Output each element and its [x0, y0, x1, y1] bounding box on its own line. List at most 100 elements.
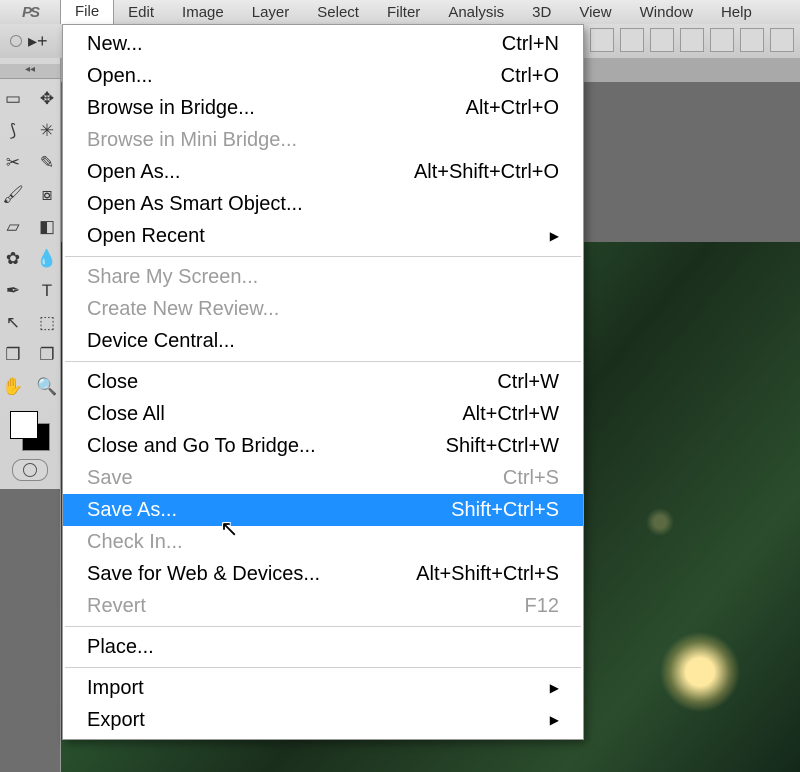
menu-item-browse-in-bridge[interactable]: Browse in Bridge... Alt+Ctrl+O [63, 92, 583, 124]
tool-arrow[interactable]: ↖ [0, 309, 27, 337]
menu-item-shortcut: Alt+Shift+Ctrl+S [416, 563, 559, 586]
menu-item-label: Browse in Bridge... [87, 97, 255, 120]
menubar-item-edit[interactable]: Edit [114, 1, 168, 24]
menubar-item-file[interactable]: File [60, 0, 114, 24]
opt-btn[interactable] [650, 28, 674, 52]
menubar-item-select[interactable]: Select [303, 1, 373, 24]
menubar-item-view[interactable]: View [565, 1, 625, 24]
menu-item-label: Save As... [87, 499, 177, 522]
menu-item-import[interactable]: Import ▶ [63, 672, 583, 704]
tool-3d-cam[interactable]: ❐ [33, 341, 61, 369]
menu-item-device-central[interactable]: Device Central... [63, 325, 583, 357]
tool-brush[interactable]: 🖌 [0, 181, 27, 209]
menu-item-shortcut: Ctrl+N [502, 33, 559, 56]
move-tool-icon: ▸+ [28, 31, 48, 52]
menu-item-shortcut: Alt+Ctrl+W [462, 403, 559, 426]
menubar-item-image[interactable]: Image [168, 1, 238, 24]
tool-stamp[interactable]: ⧇ [33, 181, 61, 209]
tool-pen[interactable]: 💧 [33, 245, 61, 273]
opt-btn[interactable] [590, 28, 614, 52]
submenu-arrow-icon: ▶ [530, 681, 559, 695]
menu-item-label: Revert [87, 595, 146, 618]
menu-item-shortcut: Ctrl+W [497, 371, 559, 394]
menu-separator [65, 667, 581, 668]
menubar-item-window[interactable]: Window [626, 1, 707, 24]
menu-item-shortcut: Alt+Shift+Ctrl+O [414, 161, 559, 184]
tool-marquee[interactable]: ▭ [0, 85, 27, 113]
menu-item-label: Browse in Mini Bridge... [87, 129, 297, 152]
menu-item-label: Close [87, 371, 138, 394]
tool-hand[interactable]: ✋ [0, 373, 27, 401]
menu-item-check-in: Check In... [63, 526, 583, 558]
menu-item-export[interactable]: Export ▶ [63, 704, 583, 736]
menu-item-open-as-smart-object[interactable]: Open As Smart Object... [63, 188, 583, 220]
tool-zoom[interactable]: 🔍 [33, 373, 61, 401]
menu-item-label: Place... [87, 636, 154, 659]
menu-item-shortcut: F12 [525, 595, 559, 618]
menu-item-open[interactable]: Open...Ctrl+O [63, 60, 583, 92]
menu-item-label: Open As Smart Object... [87, 193, 303, 216]
menubar-item-help[interactable]: Help [707, 1, 766, 24]
tool-eyedropper[interactable]: ✎ [33, 149, 61, 177]
menubar-item-filter[interactable]: Filter [373, 1, 434, 24]
menu-item-close-and-go-to-bridge[interactable]: Close and Go To Bridge...Shift+Ctrl+W [63, 430, 583, 462]
menu-item-label: New... [87, 33, 143, 56]
menu-item-open-recent[interactable]: Open Recent ▶ [63, 220, 583, 252]
tool-quick-select[interactable]: ✳ [33, 117, 61, 145]
menu-item-close[interactable]: Close Ctrl+W [63, 366, 583, 398]
menu-item-new[interactable]: New... Ctrl+N [63, 28, 583, 60]
menu-item-label: Save for Web & Devices... [87, 563, 320, 586]
tool-path[interactable]: ⬚ [33, 309, 61, 337]
menu-item-save-as[interactable]: Save As... Shift+Ctrl+S [63, 494, 583, 526]
menu-item-save-for-web-devices[interactable]: Save for Web & Devices... Alt+Shift+Ctrl+… [63, 558, 583, 590]
menu-item-label: Create New Review... [87, 298, 279, 321]
opt-btn[interactable] [710, 28, 734, 52]
menu-separator [65, 361, 581, 362]
opt-btn[interactable] [770, 28, 794, 52]
tool-lasso[interactable]: ⟆ [0, 117, 27, 145]
submenu-arrow-icon: ▶ [530, 229, 559, 243]
toolbox: ◂◂ ▭✥⟆✳✂✎🖌⧇▱◧✿💧✒T↖⬚❒❐✋🔍 [0, 58, 61, 772]
menu-item-create-new-review: Create New Review... [63, 293, 583, 325]
opt-btn[interactable] [680, 28, 704, 52]
menu-item-label: Open As... [87, 161, 180, 184]
tool-move-alt[interactable]: ✥ [33, 85, 61, 113]
toolbox-collapse-icon[interactable]: ◂◂ [0, 64, 60, 79]
menubar-item-layer[interactable]: Layer [238, 1, 304, 24]
menu-item-label: Close and Go To Bridge... [87, 435, 316, 458]
menu-item-open-as[interactable]: Open As... Alt+Shift+Ctrl+O [63, 156, 583, 188]
menu-item-save: Save Ctrl+S [63, 462, 583, 494]
submenu-arrow-icon: ▶ [530, 713, 559, 727]
menu-item-label: Export [87, 709, 145, 732]
opt-btn[interactable] [620, 28, 644, 52]
menu-item-shortcut: Alt+Ctrl+O [466, 97, 559, 120]
menu-item-label: Import [87, 677, 144, 700]
menu-item-shortcut: Shift+Ctrl+S [451, 499, 559, 522]
toolbox-filler [0, 489, 60, 772]
menubar-item-analysis[interactable]: Analysis [434, 1, 518, 24]
menu-item-label: Open Recent [87, 225, 205, 248]
menu-item-revert: Revert F12 [63, 590, 583, 622]
menu-separator [65, 626, 581, 627]
menubar-item-3d[interactable]: 3D [518, 1, 565, 24]
options-gripper-icon [10, 35, 22, 47]
tool-gradient[interactable]: ◧ [33, 213, 61, 241]
quick-mask-toggle[interactable] [12, 459, 48, 481]
foreground-color-swatch[interactable] [10, 411, 38, 439]
opt-btn[interactable] [740, 28, 764, 52]
menu-item-place[interactable]: Place... [63, 631, 583, 663]
tool-3d[interactable]: ❒ [0, 341, 27, 369]
tool-eraser[interactable]: ▱ [0, 213, 27, 241]
menu-item-label: Save [87, 467, 133, 490]
color-swatches[interactable] [8, 409, 52, 453]
tool-drop[interactable]: ✿ [0, 245, 27, 273]
menu-item-label: Close All [87, 403, 165, 426]
tool-type[interactable]: T [33, 277, 61, 305]
menu-item-label: Check In... [87, 531, 183, 554]
tool-crop[interactable]: ✂ [0, 149, 27, 177]
menu-item-share-my-screen: Share My Screen... [63, 261, 583, 293]
menu-item-close-all[interactable]: Close All Alt+Ctrl+W [63, 398, 583, 430]
menu-item-shortcut: Ctrl+S [503, 467, 559, 490]
app-logo: PS [0, 0, 60, 24]
tool-pen2[interactable]: ✒ [0, 277, 27, 305]
